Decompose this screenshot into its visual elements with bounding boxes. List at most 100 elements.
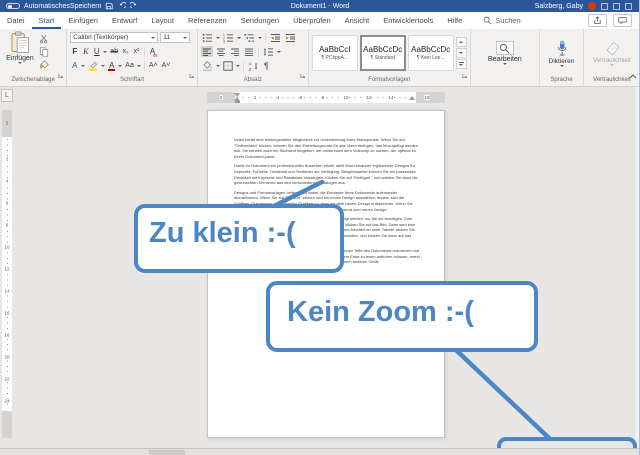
styles-scroll-up-button[interactable] <box>455 37 467 47</box>
grow-font-button[interactable]: A˄ <box>148 60 159 71</box>
group-label-speech: Sprache <box>550 77 573 83</box>
font-color-button[interactable]: A <box>107 60 116 71</box>
line-spacing-button[interactable] <box>262 46 275 57</box>
style-card-pctipp[interactable]: AaBbCcI ¶ PCtippA... <box>311 35 358 71</box>
decrease-indent-button[interactable] <box>269 32 282 43</box>
change-case-button[interactable]: Aa <box>124 60 135 71</box>
highlight-dropdown-icon[interactable] <box>101 64 106 67</box>
style-card-kein-leerraum[interactable]: AaBbCcDc ¶ Kein Lee... <box>407 35 454 71</box>
shading-dropdown-icon[interactable] <box>215 64 220 67</box>
indent-icon <box>285 34 295 42</box>
underline-dropdown-icon[interactable] <box>103 50 108 53</box>
ribbon-display-options-icon[interactable] <box>601 2 608 10</box>
numbering-button[interactable]: 123 <box>222 32 235 43</box>
left-indent-marker[interactable] <box>234 101 240 103</box>
borders-button[interactable] <box>222 60 234 71</box>
collapse-ribbon-button[interactable] <box>629 66 637 84</box>
superscript-button[interactable]: x² <box>132 46 141 57</box>
copy-button[interactable] <box>37 46 51 57</box>
ruler-number: 16 <box>2 310 12 316</box>
tab-sendungen[interactable]: Sendungen <box>234 12 286 29</box>
tab-datei[interactable]: Datei <box>0 12 32 29</box>
multilevel-dropdown-icon[interactable] <box>257 36 262 39</box>
shading-button[interactable] <box>201 60 214 71</box>
font-size-combo[interactable]: 11 <box>160 32 191 43</box>
sort-button[interactable]: AZ <box>247 60 260 71</box>
redo-icon[interactable] <box>130 2 139 10</box>
style-card-standard[interactable]: AaBbCcDc ¶ Standard <box>359 35 406 71</box>
tab-ueberpruefen[interactable]: Überprüfen <box>286 12 338 29</box>
highlight-button[interactable] <box>87 60 99 71</box>
maximize-icon[interactable] <box>625 2 632 10</box>
scissors-icon <box>39 34 48 43</box>
tab-start[interactable]: Start <box>32 12 62 29</box>
document-page[interactable]: Video bietet eine leistungsstarke Möglic… <box>207 110 445 438</box>
save-icon[interactable] <box>105 2 113 10</box>
bullets-button[interactable] <box>201 32 214 43</box>
ruler-number: 8 <box>321 94 325 100</box>
numbering-dropdown-icon[interactable] <box>236 36 241 39</box>
avatar[interactable] <box>588 2 596 10</box>
cut-button[interactable] <box>37 33 51 44</box>
sensitivity-button: Vertraulichkeit <box>587 41 637 66</box>
word-window: AutomatischesSpeichern Dokument1 - Word … <box>0 0 640 455</box>
change-case-dropdown-icon[interactable] <box>136 64 141 67</box>
styles-dialog-launcher[interactable] <box>462 66 468 84</box>
format-painter-button[interactable] <box>37 59 51 70</box>
editing-button[interactable]: Bearbeiten <box>488 41 522 65</box>
dictate-button[interactable]: Diktieren <box>543 40 580 67</box>
clipboard-dialog-launcher[interactable] <box>58 66 64 84</box>
text-effects-button[interactable]: A <box>70 60 79 71</box>
align-center-button[interactable] <box>215 46 227 57</box>
undo-icon[interactable] <box>117 2 127 10</box>
subscript-button[interactable]: x₂ <box>121 46 130 57</box>
bullets-dropdown-icon[interactable] <box>215 36 220 39</box>
line-spacing-dropdown-icon[interactable] <box>276 50 281 53</box>
search-box[interactable]: Suchen <box>483 12 521 29</box>
minimize-icon[interactable] <box>613 2 620 10</box>
search-icon <box>483 16 492 25</box>
pilcrow-button[interactable]: ¶ <box>262 60 271 71</box>
underline-button[interactable]: U <box>92 46 101 57</box>
align-right-icon <box>230 48 239 57</box>
font-color-dropdown-icon[interactable] <box>118 64 123 67</box>
clear-formatting-button[interactable]: A <box>148 46 158 57</box>
autosave-toggle[interactable] <box>6 3 20 9</box>
italic-button[interactable]: K <box>81 46 90 57</box>
font-size-dropdown-icon <box>183 36 188 39</box>
editing-dropdown-icon <box>502 63 507 65</box>
tab-einfuegen[interactable]: Einfügen <box>61 12 105 29</box>
shrink-font-button[interactable]: A˅ <box>161 60 172 71</box>
paste-button[interactable]: Einfügen <box>3 31 37 75</box>
tab-referenzen[interactable]: Referenzen <box>181 12 234 29</box>
tab-entwurf[interactable]: Entwurf <box>105 12 144 29</box>
strikethrough-button[interactable]: ab <box>109 46 119 57</box>
increase-indent-button[interactable] <box>284 32 297 43</box>
paste-label: Einfügen <box>6 55 34 62</box>
tab-layout[interactable]: Layout <box>144 12 181 29</box>
paragraph-dialog-launcher[interactable] <box>300 66 306 84</box>
align-right-button[interactable] <box>229 46 241 57</box>
font-name-combo[interactable]: Calibri (Textkörper) <box>70 32 159 43</box>
font-name-dropdown-icon <box>151 36 156 39</box>
paint-bucket-icon <box>202 61 212 71</box>
tab-entwicklertools[interactable]: Entwicklertools <box>376 12 440 29</box>
bold-button[interactable]: F <box>70 46 79 57</box>
tab-stop-selector[interactable]: L <box>1 89 13 102</box>
right-indent-marker[interactable] <box>409 96 415 100</box>
ruler-ticks <box>237 96 413 98</box>
tab-hilfe[interactable]: Hilfe <box>440 12 469 29</box>
tab-ansicht[interactable]: Ansicht <box>338 12 377 29</box>
font-dialog-launcher[interactable] <box>189 66 195 84</box>
group-font: Calibri (Textkörper) 11 F K U ab x₂ x² A… <box>67 29 198 86</box>
multilevel-list-button[interactable] <box>243 32 256 43</box>
styles-scroll-down-button[interactable] <box>455 48 467 58</box>
borders-dropdown-icon[interactable] <box>235 64 240 67</box>
text-effects-dropdown-icon[interactable] <box>81 64 86 67</box>
justify-button[interactable] <box>243 46 255 57</box>
status-bar <box>0 448 640 455</box>
align-left-button[interactable] <box>200 46 213 57</box>
microphone-icon <box>557 40 566 55</box>
comments-button[interactable] <box>613 14 632 27</box>
share-button[interactable] <box>588 14 607 27</box>
